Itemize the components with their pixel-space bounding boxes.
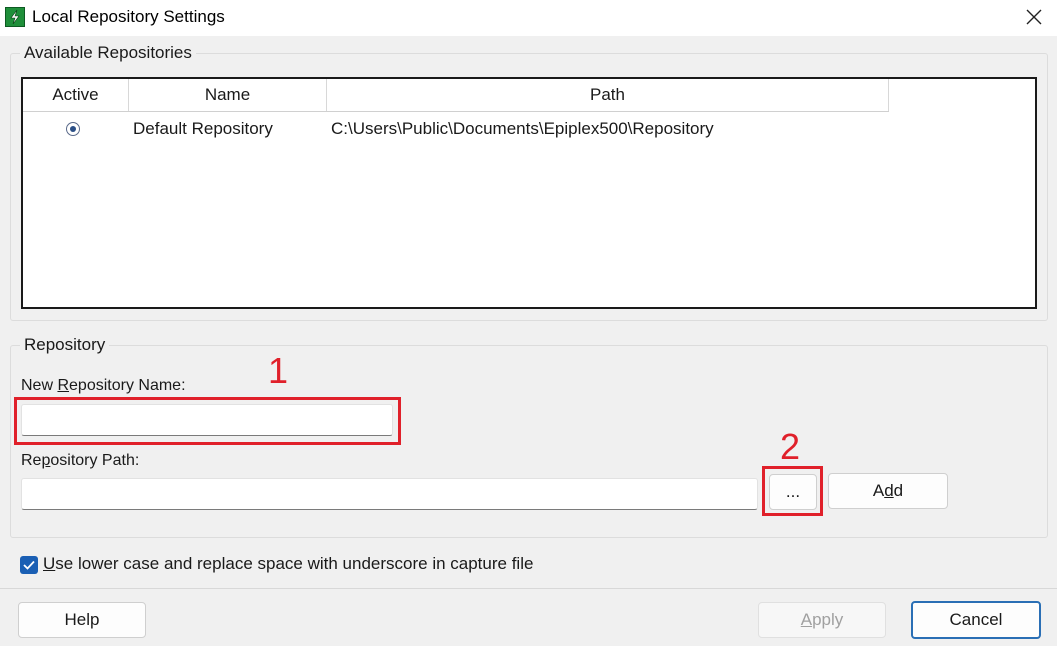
repositories-list[interactable]: Active Name Path Default Repository C:\U… [21, 77, 1037, 309]
repository-group-label: Repository [20, 335, 110, 355]
app-icon [5, 7, 25, 27]
new-repository-name-label: New Repository Name: [21, 377, 186, 394]
repository-path-input[interactable] [21, 478, 758, 510]
available-repositories-label: Available Repositories [20, 43, 196, 63]
annotation-number-2: 2 [780, 426, 801, 467]
add-button[interactable]: Add [828, 473, 948, 509]
column-active[interactable]: Active [23, 79, 129, 111]
column-path[interactable]: Path [327, 79, 889, 111]
title-bar: Local Repository Settings [0, 0, 1057, 36]
list-header: Active Name Path [23, 79, 889, 112]
active-radio[interactable] [66, 122, 80, 136]
close-button[interactable] [1011, 0, 1057, 36]
annotation-number-1: 1 [268, 350, 289, 391]
annotation-box-2 [762, 466, 823, 516]
lowercase-label[interactable]: Use lower case and replace space with un… [43, 554, 533, 574]
repository-name: Default Repository [133, 119, 273, 138]
checkmark-icon [23, 560, 35, 570]
help-button[interactable]: Help [18, 602, 146, 638]
cancel-button[interactable]: Cancel [911, 601, 1041, 639]
close-icon [1026, 9, 1042, 25]
repository-path: C:\Users\Public\Documents\Epiplex500\Rep… [331, 119, 714, 138]
window-title: Local Repository Settings [32, 7, 225, 26]
apply-button[interactable]: Apply [758, 602, 886, 638]
lowercase-checkbox[interactable] [20, 556, 38, 574]
repository-path-label: Repository Path: [21, 452, 140, 469]
column-name[interactable]: Name [129, 79, 327, 111]
annotation-box-1 [14, 397, 401, 445]
footer-separator [0, 588, 1057, 589]
